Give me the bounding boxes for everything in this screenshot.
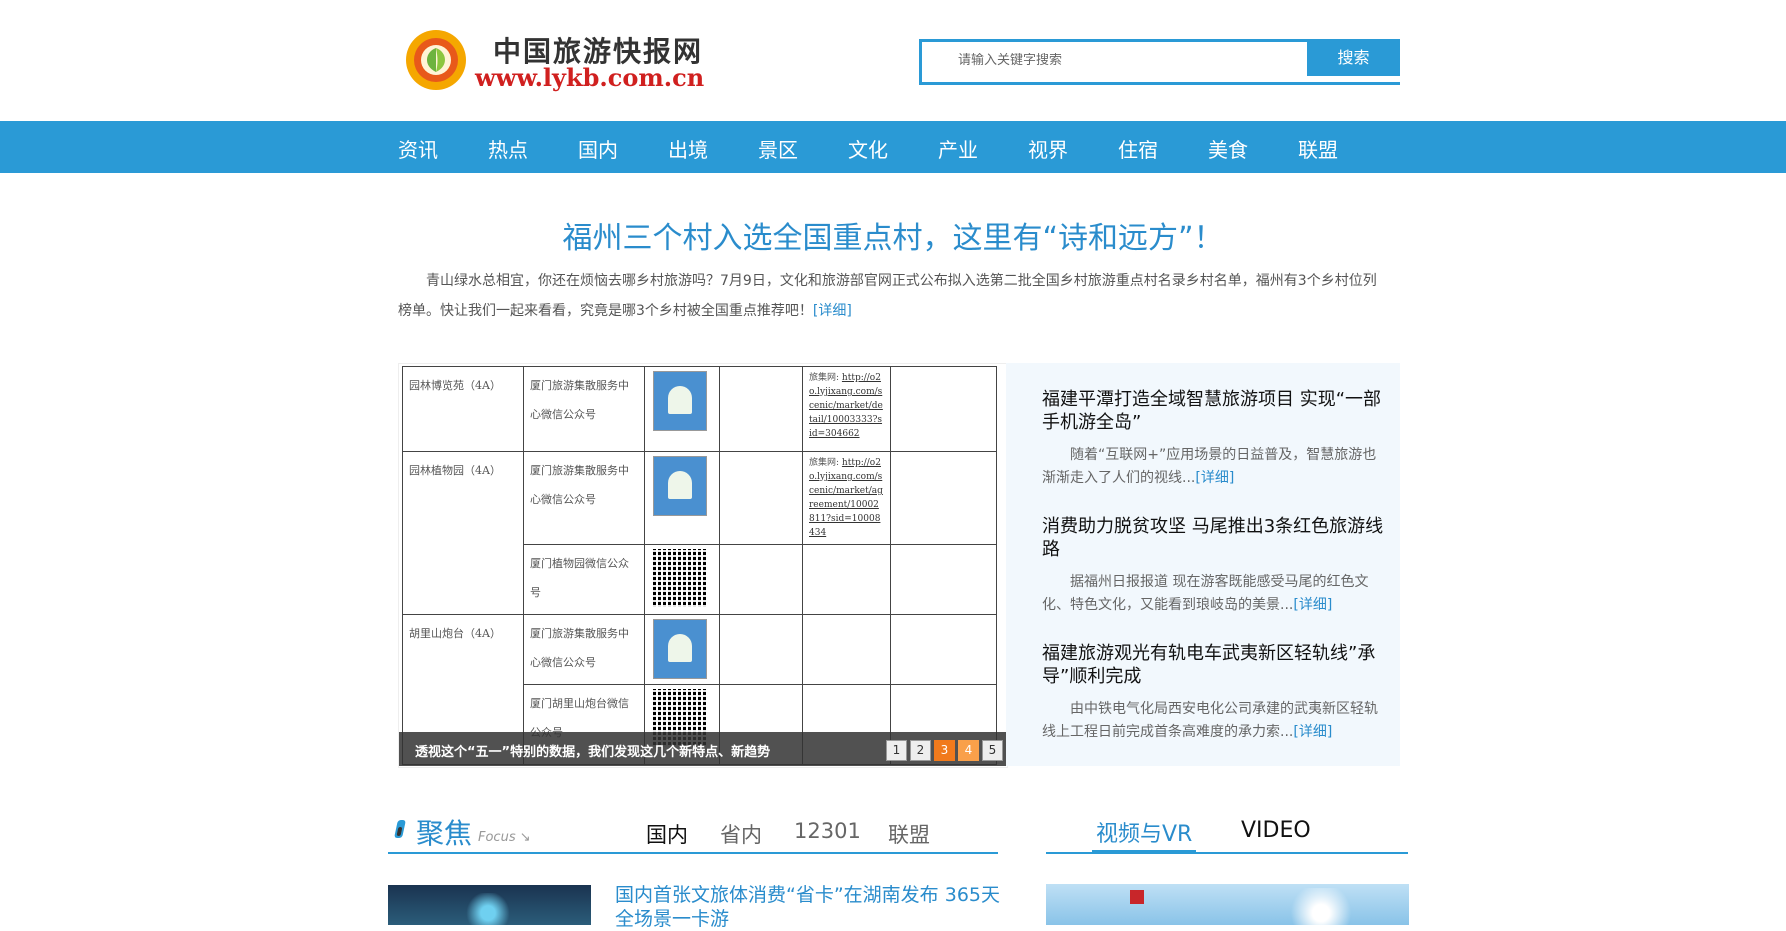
nav-item-hot[interactable]: 热点 [488,134,528,163]
table-cell [719,544,803,615]
table-cell [890,451,997,545]
table-cell [890,544,997,615]
nav-item-lodging[interactable]: 住宿 [1118,134,1158,163]
nav-item-scenic[interactable]: 景区 [758,134,798,163]
headline-summary-text: 青山绿水总相宜，你还在烦恼去哪乡村旅游吗？7月9日，文化和旅游部官网正式公布拟入… [398,273,1377,319]
headline-title[interactable]: 福州三个村入选全国重点村，这里有“诗和远方”！ [0,213,1786,257]
headline-more-link[interactable]: [详细] [813,303,852,319]
tab-alliance[interactable]: 联盟 [888,819,930,849]
logo-icon [406,30,466,90]
nav-item-domestic[interactable]: 国内 [578,134,618,163]
table-cell: 厦门旅游集散服务中心微信公众号 [523,451,645,545]
focus-news-title[interactable]: 国内首张文旅体消费“省卡”在湖南发布 365天全场景一卡游 [615,883,1005,931]
table-cell: 厦门旅游集散服务中心微信公众号 [523,614,645,685]
side-news-summary: 由中铁电气化局西安电化公司承建的武夷新区轻轨线上工程日前完成首条高难度的承力索.… [1042,698,1387,744]
focus-title: 聚焦 [416,817,473,850]
video-logo-icon [1130,890,1144,904]
table-cell [890,366,997,452]
slide-page-4[interactable]: 4 [958,740,979,761]
table-cell [802,544,891,615]
qr-code [644,366,720,452]
table-cell: 旅集网: http://o2o.lyjixang.com/scenic/mark… [802,366,891,452]
table-cell: 园林博览苑（4A） [402,366,524,452]
tab-domestic[interactable]: 国内 [646,819,688,849]
table-cell [890,614,997,685]
active-tab-indicator [1092,850,1196,854]
focus-icon [394,820,406,838]
nav-item-vision[interactable]: 视界 [1028,134,1068,163]
table-cell: 旅集网: http://o2o.lyjixang.com/scenic/mark… [802,451,891,545]
table-cell: 园林植物园（4A） [402,451,524,615]
focus-news-image[interactable] [388,885,591,925]
side-news-title[interactable]: 消费助力脱贫攻坚 马尾推出3条红色旅游线路 [1042,515,1387,561]
table-cell [719,614,803,685]
side-news-more-link[interactable]: [详细] [1195,470,1234,486]
slide-caption[interactable]: 透视这个“五一”特别的数据，我们发现这几个新特点、新趋势 [415,741,770,760]
table-cell [802,614,891,685]
search-input[interactable] [958,53,1278,68]
site-header: 中国旅游快报网 www.lykb.com.cn 搜索 [0,0,1786,120]
nav-item-outbound[interactable]: 出境 [668,134,708,163]
table-cell [719,451,803,545]
slide-image: 园林博览苑（4A） 厦门旅游集散服务中心微信公众号 旅集网: http://o2… [402,366,997,765]
slide-page-1[interactable]: 1 [886,740,907,761]
url-link: http://o2o.lyjixang.com/scenic/market/ag… [809,458,883,538]
table-cell: 厦门旅游集散服务中心微信公众号 [523,366,645,452]
side-news-panel: 福建平潭打造全域智慧旅游项目 实现“一部手机游全岛” 随着“互联网+”应用场景的… [1006,363,1400,766]
slide-page-2[interactable]: 2 [910,740,931,761]
nav-item-alliance[interactable]: 联盟 [1298,134,1338,163]
tab-video-vr[interactable]: 视频与VR [1096,816,1192,848]
site-domain: www.lykb.com.cn [475,63,705,92]
nav-item-news[interactable]: 资讯 [398,134,438,163]
qr-code [644,614,720,685]
video-thumbnail[interactable] [1046,884,1409,925]
search-underline [1307,76,1400,85]
table-cell: 厦门植物园微信公众号 [523,544,645,615]
focus-section-header: 聚焦 Focus ↘ 国内 省内 12301 联盟 [388,808,998,856]
qr-code [644,544,720,615]
side-news-title[interactable]: 福建旅游观光有轨电车武夷新区轻轨线”承导”顺利完成 [1042,642,1387,688]
tab-video[interactable]: VIDEO [1241,818,1311,843]
search-box [919,39,1310,85]
site-logo[interactable]: 中国旅游快报网 www.lykb.com.cn [403,28,713,93]
side-news-more-link[interactable]: [详细] [1293,724,1332,740]
side-news-title[interactable]: 福建平潭打造全域智慧旅游项目 实现“一部手机游全岛” [1042,388,1387,434]
slide-page-5[interactable]: 5 [982,740,1003,761]
nav-item-industry[interactable]: 产业 [938,134,978,163]
url-prefix: 旅集网: [809,373,840,383]
side-news-summary: 据福州日报报道 现在游客既能感受马尾的红色文化、特色文化，又能看到琅岐岛的美景.… [1042,571,1387,617]
side-news-more-link[interactable]: [详细] [1293,597,1332,613]
qr-code [644,451,720,545]
search-bar: 搜索 [919,39,1400,85]
focus-subtitle: Focus ↘ [478,830,531,845]
table-cell [719,366,803,452]
nav-item-food[interactable]: 美食 [1208,134,1248,163]
tab-12301[interactable]: 12301 [794,819,861,843]
section-divider [388,852,998,854]
slide-page-3[interactable]: 3 [934,740,955,761]
image-slider[interactable]: 园林博览苑（4A） 厦门旅游集散服务中心微信公众号 旅集网: http://o2… [398,363,1008,768]
search-button[interactable]: 搜索 [1307,39,1400,76]
side-news-summary: 随着“互联网+”应用场景的日益普及，智慧旅游也渐渐走入了人们的视线...[详细] [1042,444,1387,490]
url-prefix: 旅集网: [809,458,840,468]
nav-item-culture[interactable]: 文化 [848,134,888,163]
headline-summary: 青山绿水总相宜，你还在烦恼去哪乡村旅游吗？7月9日，文化和旅游部官网正式公布拟入… [398,266,1390,326]
slide-caption-bar: 透视这个“五一”特别的数据，我们发现这几个新特点、新趋势 1 2 3 4 5 [399,732,1006,766]
video-section-header: 视频与VR VIDEO [1046,808,1410,856]
tab-provincial[interactable]: 省内 [720,819,762,849]
main-nav: 资讯 热点 国内 出境 景区 文化 产业 视界 住宿 美食 联盟 [0,121,1786,173]
